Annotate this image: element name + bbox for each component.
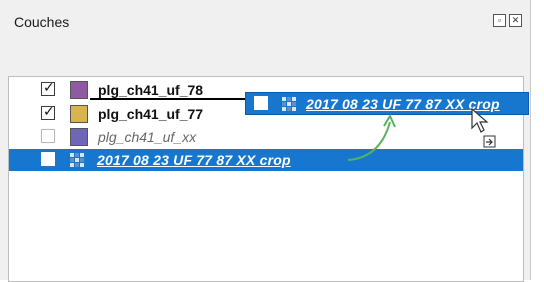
raster-layer-icon <box>70 153 84 167</box>
move-arrow-icon <box>347 113 396 161</box>
layer-row[interactable]: plg_ch41_uf_xx <box>9 126 523 148</box>
layer-name: 2017 08 23 UF 77 87 XX crop <box>97 152 291 168</box>
ghost-checkbox <box>254 96 268 110</box>
layer-color-swatch <box>70 105 88 123</box>
layer-name: plg_ch41_uf_xx <box>98 129 197 145</box>
layer-row-selected[interactable]: 2017 08 23 UF 77 87 XX crop <box>9 149 523 171</box>
layer-visibility-checkbox[interactable] <box>41 152 55 166</box>
layer-visibility-checkbox[interactable] <box>41 129 55 143</box>
drop-indicator-line <box>90 98 250 100</box>
layer-name: plg_ch41_uf_78 <box>98 82 204 98</box>
layer-visibility-checkbox[interactable]: ✓ <box>41 104 55 120</box>
drag-move-badge-icon <box>483 135 496 148</box>
layers-panel: Couches ▫ ✕ ε <box>0 0 531 282</box>
layer-name: plg_ch41_uf_77 <box>98 106 204 122</box>
panel-titlebar: Couches ▫ ✕ <box>0 0 530 30</box>
layer-visibility-checkbox[interactable]: ✓ <box>41 80 55 96</box>
layer-color-swatch <box>70 128 88 146</box>
float-icon[interactable]: ▫ <box>493 14 506 27</box>
raster-layer-icon <box>282 97 296 111</box>
layers-toolbar: ε <box>0 40 530 102</box>
panel-title: Couches <box>14 14 70 30</box>
mouse-cursor-icon <box>471 108 489 133</box>
layer-color-swatch <box>70 81 88 99</box>
close-icon[interactable]: ✕ <box>509 14 522 27</box>
